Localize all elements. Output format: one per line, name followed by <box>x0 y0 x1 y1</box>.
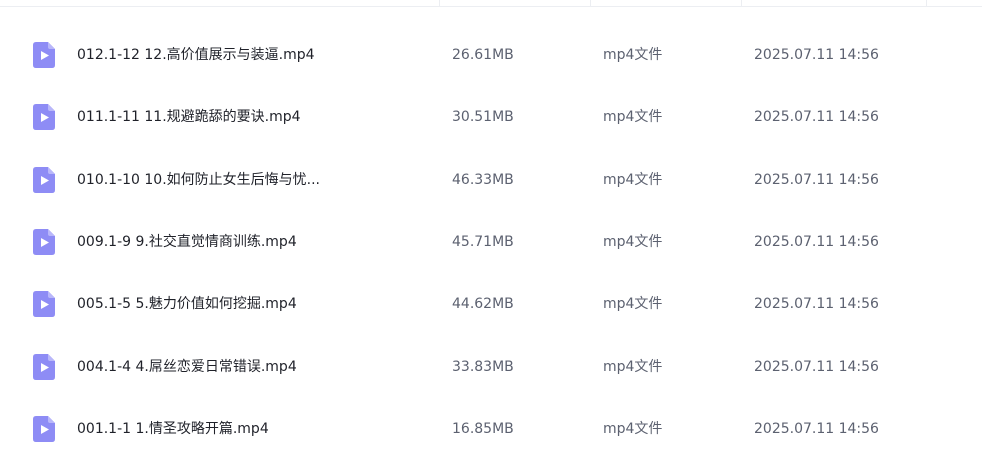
file-name[interactable]: 004.1-4 4.屌丝恋爱日常错误.mp4 <box>77 336 367 398</box>
column-divider <box>741 0 742 7</box>
video-file-icon <box>33 42 55 68</box>
file-size: 44.62MB <box>452 296 514 312</box>
file-size: 46.33MB <box>452 172 514 188</box>
file-name[interactable]: 010.1-10 10.如何防止女生后悔与忧... <box>77 149 367 211</box>
file-row[interactable]: 001.1-1 1.情圣攻略开篇.mp4 16.85MB mp4文件 2025.… <box>0 398 982 460</box>
file-row[interactable]: 010.1-10 10.如何防止女生后悔与忧... 46.33MB mp4文件 … <box>0 149 982 211</box>
file-size: 16.85MB <box>452 421 514 437</box>
video-file-icon <box>33 416 55 442</box>
file-type: mp4文件 <box>603 109 663 125</box>
video-file-icon <box>33 354 55 380</box>
file-row[interactable]: 012.1-12 12.高价值展示与装逼.mp4 26.61MB mp4文件 2… <box>0 24 982 86</box>
file-date: 2025.07.11 14:56 <box>754 359 879 375</box>
column-divider <box>439 0 440 7</box>
file-row[interactable]: 009.1-9 9.社交直觉情商训练.mp4 45.71MB mp4文件 202… <box>0 211 982 273</box>
file-row[interactable]: 011.1-11 11.规避跪舔的要诀.mp4 30.51MB mp4文件 20… <box>0 86 982 148</box>
video-file-icon <box>33 229 55 255</box>
file-size: 30.51MB <box>452 109 514 125</box>
file-date: 2025.07.11 14:56 <box>754 296 879 312</box>
file-date: 2025.07.11 14:56 <box>754 234 879 250</box>
file-date: 2025.07.11 14:56 <box>754 421 879 437</box>
file-size: 45.71MB <box>452 234 514 250</box>
column-header <box>0 0 982 7</box>
file-size: 26.61MB <box>452 47 514 63</box>
file-type: mp4文件 <box>603 47 663 63</box>
video-file-icon <box>33 104 55 130</box>
video-file-icon <box>33 291 55 317</box>
column-divider <box>590 0 591 7</box>
file-type: mp4文件 <box>603 359 663 375</box>
file-type: mp4文件 <box>603 421 663 437</box>
file-name[interactable]: 005.1-5 5.魅力价值如何挖掘.mp4 <box>77 273 367 335</box>
file-row[interactable]: 005.1-5 5.魅力价值如何挖掘.mp4 44.62MB mp4文件 202… <box>0 273 982 335</box>
file-name[interactable]: 011.1-11 11.规避跪舔的要诀.mp4 <box>77 86 367 148</box>
file-row[interactable]: 004.1-4 4.屌丝恋爱日常错误.mp4 33.83MB mp4文件 202… <box>0 336 982 398</box>
column-divider <box>926 0 927 7</box>
file-type: mp4文件 <box>603 172 663 188</box>
file-type: mp4文件 <box>603 234 663 250</box>
file-date: 2025.07.11 14:56 <box>754 47 879 63</box>
file-name[interactable]: 009.1-9 9.社交直觉情商训练.mp4 <box>77 211 367 273</box>
file-date: 2025.07.11 14:56 <box>754 109 879 125</box>
file-type: mp4文件 <box>603 296 663 312</box>
file-name[interactable]: 001.1-1 1.情圣攻略开篇.mp4 <box>77 398 367 460</box>
file-size: 33.83MB <box>452 359 514 375</box>
file-date: 2025.07.11 14:56 <box>754 172 879 188</box>
file-name[interactable]: 012.1-12 12.高价值展示与装逼.mp4 <box>77 24 367 86</box>
video-file-icon <box>33 167 55 193</box>
